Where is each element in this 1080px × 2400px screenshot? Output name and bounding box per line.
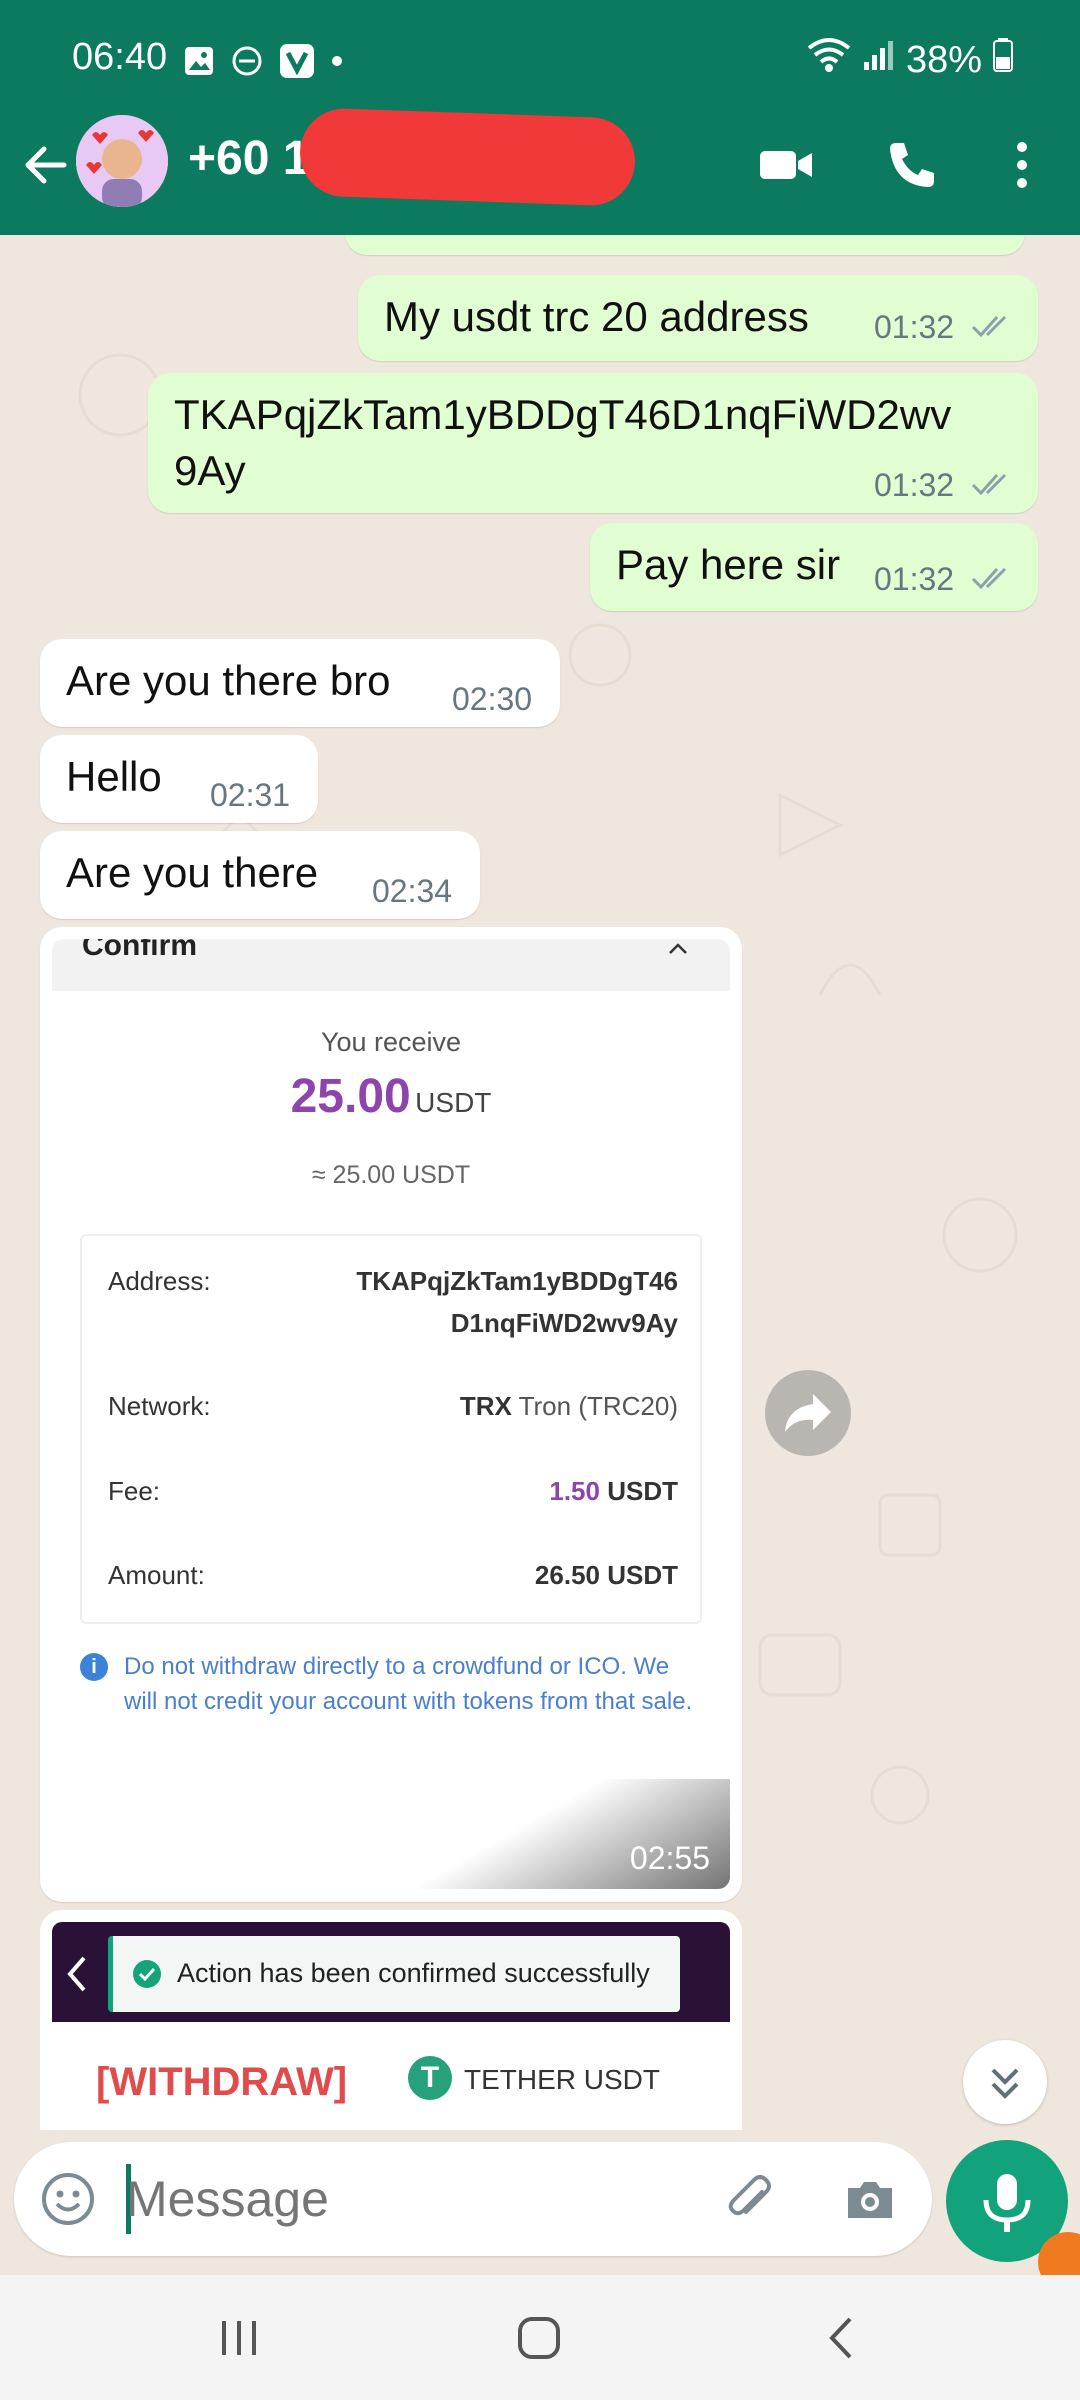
message-text-line: TKAPqjZkTam1yBDDgT46D1nqFiWD2wv bbox=[174, 391, 952, 438]
v-app-icon bbox=[278, 42, 316, 85]
message-time: 02:31 bbox=[210, 777, 291, 813]
wifi-icon bbox=[806, 36, 852, 84]
receive-approx: ≈ 25.00 USDT bbox=[311, 1161, 471, 1189]
message-text: Hello bbox=[66, 753, 162, 800]
chevron-up-icon bbox=[666, 939, 690, 969]
message-time: 02:30 bbox=[452, 681, 533, 717]
status-bar: 06:40 38% bbox=[0, 0, 1080, 120]
attach-icon[interactable] bbox=[720, 2170, 780, 2230]
scroll-to-bottom-button[interactable] bbox=[963, 2040, 1047, 2124]
dnd-icon bbox=[230, 44, 264, 83]
receive-amount-unit: USDT bbox=[415, 1087, 492, 1118]
check-circle-icon bbox=[133, 1960, 161, 1988]
tether-icon: T bbox=[408, 2056, 452, 2100]
receipt-header-title: Confirm bbox=[82, 939, 197, 962]
dot-icon bbox=[330, 54, 344, 73]
signal-icon bbox=[862, 38, 896, 82]
message-input-bar bbox=[14, 2142, 932, 2256]
receipt-screenshot[interactable]: Confirm You receive 25.00 USDT ≈ 25.00 U… bbox=[52, 939, 730, 1889]
message-time: 01:32 bbox=[874, 467, 955, 503]
fee-value: 1.50 bbox=[549, 1476, 600, 1506]
double-check-icon bbox=[971, 567, 1007, 590]
back-nav-icon[interactable] bbox=[818, 2313, 868, 2363]
notice-text: Do not withdraw directly to a crowdfund … bbox=[124, 1653, 693, 1715]
system-nav-bar bbox=[0, 2275, 1080, 2400]
success-toast: Action has been confirmed successfully bbox=[108, 1936, 680, 2012]
double-check-icon bbox=[971, 315, 1007, 338]
status-notification-icons bbox=[182, 42, 344, 85]
phone-icon[interactable] bbox=[882, 135, 942, 195]
network-code: TRX bbox=[459, 1391, 512, 1421]
message-bubble-partial[interactable] bbox=[345, 235, 1025, 255]
message-time: 02:55 bbox=[629, 1840, 710, 1876]
network-name: Tron (TRC20) bbox=[518, 1391, 678, 1421]
message-bubble-outgoing[interactable]: Pay here sir 01:32 bbox=[590, 523, 1038, 611]
contact-avatar[interactable] bbox=[76, 115, 168, 207]
message-text: My usdt trc 20 address bbox=[384, 293, 809, 340]
back-arrow-icon[interactable] bbox=[18, 137, 74, 193]
message-bubble-outgoing[interactable]: TKAPqjZkTam1yBDDgT46D1nqFiWD2wv 9Ay 01:3… bbox=[148, 373, 1038, 513]
message-input[interactable] bbox=[126, 2170, 686, 2228]
detail-value: 26.50 USDT bbox=[534, 1560, 678, 1590]
detail-key: Network: bbox=[108, 1391, 211, 1421]
video-call-icon[interactable] bbox=[756, 135, 816, 195]
contact-name[interactable]: +60 1 bbox=[188, 131, 309, 186]
address-line: D1nqFiWD2wv9Ay bbox=[450, 1308, 678, 1338]
image-message-withdraw[interactable]: Action has been confirmed successfully [… bbox=[40, 1910, 742, 2130]
message-bubble-outgoing[interactable]: My usdt trc 20 address 01:32 bbox=[358, 275, 1038, 361]
detail-value: TRX Tron (TRC20) bbox=[460, 1385, 678, 1427]
coin-label: TETHER USDT bbox=[464, 2064, 660, 2095]
chat-area[interactable]: My usdt trc 20 address 01:32 TKAPqjZkTam… bbox=[0, 235, 1080, 2130]
detail-key: Amount: bbox=[108, 1560, 205, 1590]
withdraw-label: [WITHDRAW] bbox=[96, 2060, 348, 2104]
message-text: Pay here sir bbox=[616, 541, 841, 588]
detail-value: TKAPqjZkTam1yBDDgT46 D1nqFiWD2wv9Ay bbox=[356, 1260, 678, 1344]
recents-icon[interactable] bbox=[214, 2313, 264, 2363]
image-message-receipt[interactable]: Confirm You receive 25.00 USDT ≈ 25.00 U… bbox=[40, 927, 742, 1902]
message-time: 01:32 bbox=[874, 309, 955, 345]
double-check-icon bbox=[971, 473, 1007, 496]
message-bubble-incoming[interactable]: Are you there bro 02:30 bbox=[40, 639, 560, 727]
toast-text: Action has been confirmed successfully bbox=[177, 1958, 650, 1988]
status-time: 06:40 bbox=[72, 36, 168, 78]
forward-icon bbox=[785, 1394, 831, 1432]
message-bubble-incoming[interactable]: Are you there 02:34 bbox=[40, 831, 480, 919]
message-text: Are you there bro bbox=[66, 657, 391, 704]
home-icon[interactable] bbox=[514, 2313, 564, 2363]
image-icon bbox=[182, 44, 216, 83]
you-receive-label: You receive bbox=[320, 1027, 462, 1057]
detail-key: Fee: bbox=[108, 1476, 161, 1506]
detail-value: 1.50 USDT bbox=[549, 1470, 678, 1512]
battery-status: 38% bbox=[806, 36, 1014, 84]
info-icon: i bbox=[80, 1653, 108, 1681]
top-bar: 06:40 38% +60 1 bbox=[0, 0, 1080, 235]
message-time: 01:32 bbox=[874, 561, 955, 597]
chat-header: +60 1 bbox=[0, 107, 1080, 235]
battery-percent: 38% bbox=[905, 38, 982, 81]
more-vert-icon[interactable] bbox=[1000, 135, 1044, 195]
receive-amount-value: 25.00 bbox=[290, 1070, 411, 1123]
detail-row-address: Address: TKAPqjZkTam1yBDDgT46 D1nqFiWD2w… bbox=[108, 1266, 678, 1350]
receipt-header: Confirm bbox=[52, 939, 730, 991]
fee-unit: USDT bbox=[607, 1476, 678, 1506]
message-time: 02:34 bbox=[372, 873, 453, 909]
withdraw-screenshot-header: Action has been confirmed successfully bbox=[52, 1922, 730, 2022]
chevron-left-icon bbox=[67, 1956, 86, 1992]
emoji-icon[interactable] bbox=[40, 2171, 96, 2227]
forward-button[interactable] bbox=[765, 1370, 851, 1456]
withdraw-notice: i Do not withdraw directly to a crowdfun… bbox=[80, 1649, 702, 1719]
transaction-details-card: Address: TKAPqjZkTam1yBDDgT46 D1nqFiWD2w… bbox=[80, 1234, 702, 1624]
redaction-mark bbox=[298, 107, 637, 207]
address-line: TKAPqjZkTam1yBDDgT46 bbox=[356, 1266, 678, 1296]
receive-amount: 25.00 USDT bbox=[52, 1069, 730, 1124]
message-bubble-incoming[interactable]: Hello 02:31 bbox=[40, 735, 318, 823]
detail-key: Address: bbox=[108, 1266, 211, 1296]
camera-icon[interactable] bbox=[840, 2170, 900, 2230]
battery-icon bbox=[992, 37, 1014, 83]
double-chevron-down-icon bbox=[991, 2068, 1019, 2099]
message-text: Are you there bbox=[66, 849, 319, 896]
